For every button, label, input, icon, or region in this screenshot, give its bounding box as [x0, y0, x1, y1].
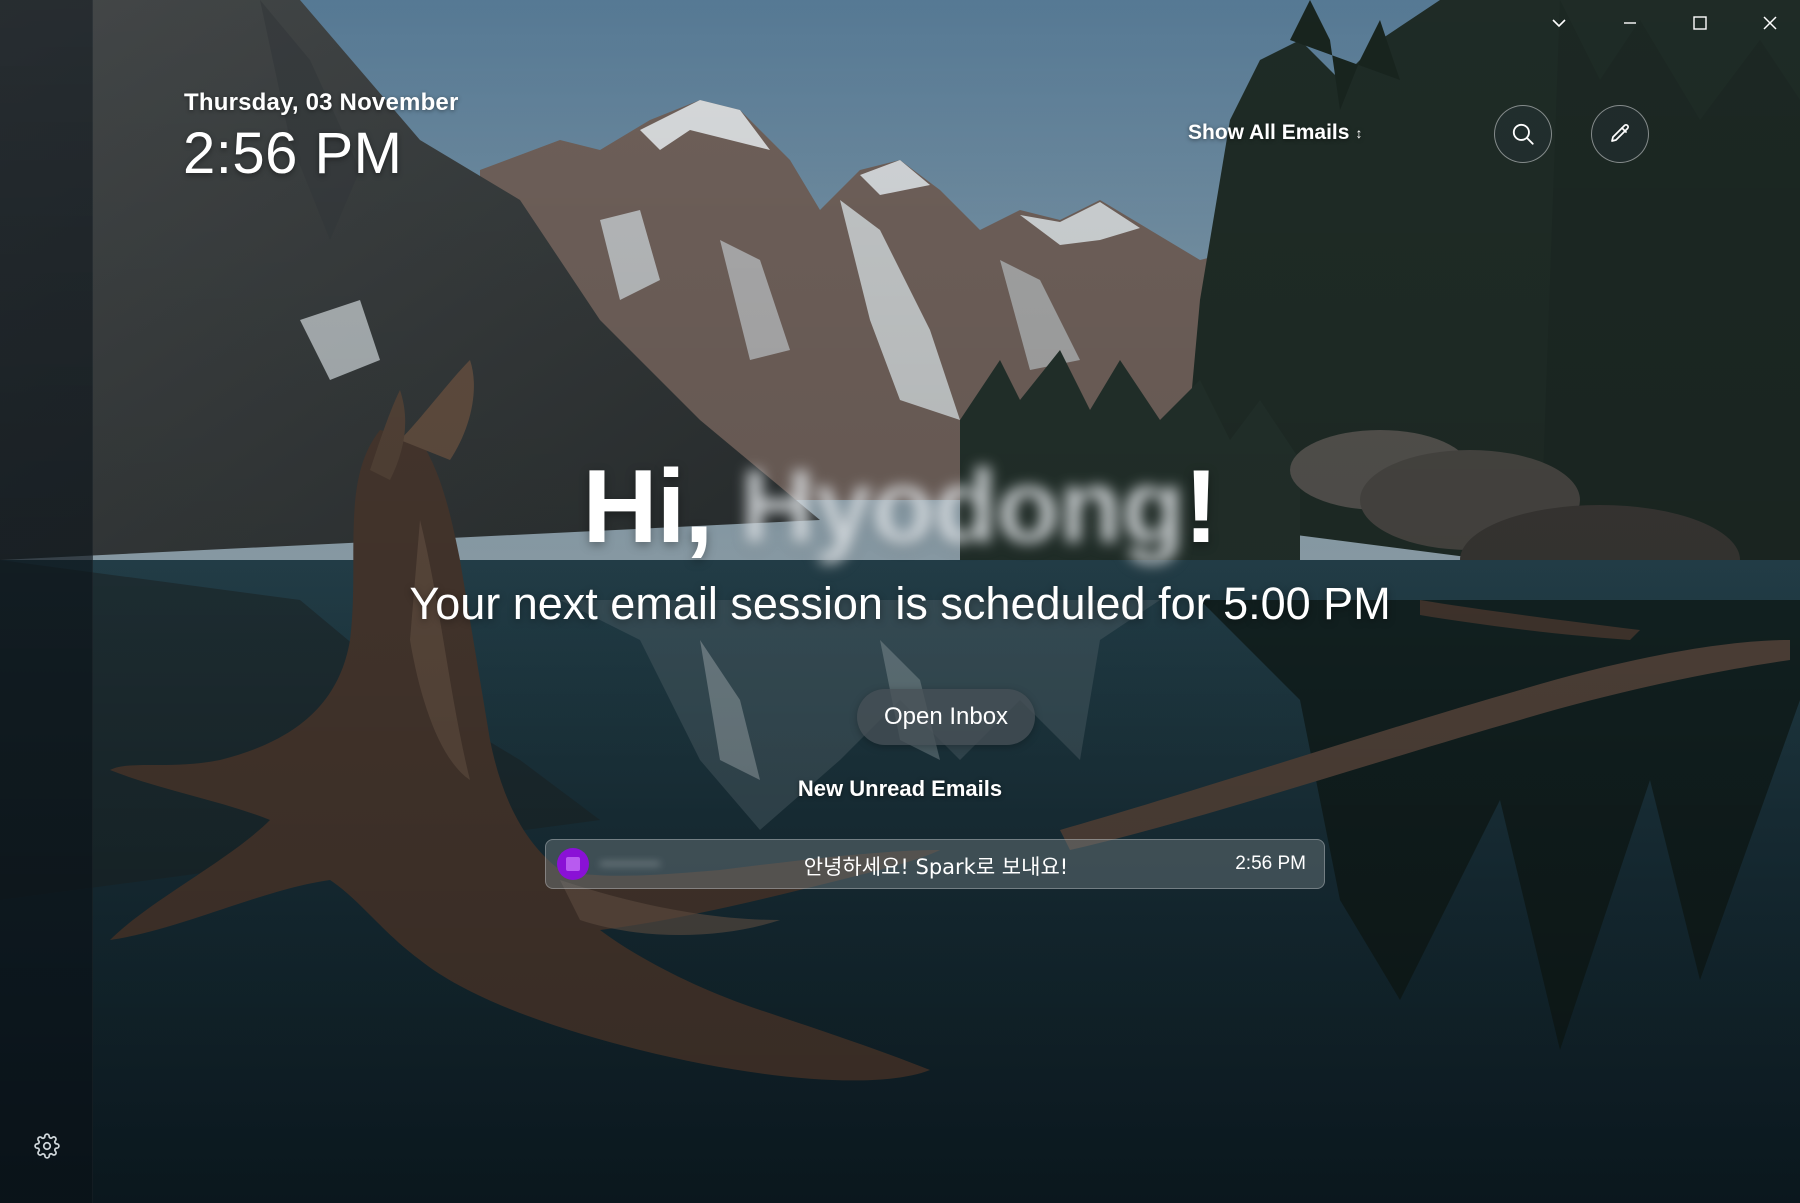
maximize-icon [1693, 16, 1707, 30]
unread-email-row[interactable]: ——— 안녕하세요! Spark로 보내요! 2:56 PM [545, 839, 1325, 889]
email-time: 2:56 PM [1235, 853, 1306, 874]
search-icon [1512, 123, 1534, 145]
greeting-prefix: Hi, [582, 449, 741, 565]
gear-icon [34, 1133, 60, 1159]
minimize-icon [1624, 22, 1636, 24]
open-inbox-button[interactable]: Open Inbox [857, 689, 1035, 745]
compose-button[interactable] [1591, 105, 1649, 163]
user-name: Hyodong [740, 449, 1185, 565]
settings-button[interactable] [30, 1129, 64, 1163]
email-subject: 안녕하세요! Spark로 보내요! [803, 855, 1069, 879]
greeting-heading: Hi, Hyodong! [0, 455, 1800, 559]
greeting-suffix: ! [1183, 449, 1219, 565]
close-button[interactable] [1745, 8, 1795, 38]
window-menu-button[interactable] [1534, 8, 1584, 38]
show-all-emails-button[interactable]: Show All Emails ↕ [1188, 121, 1362, 145]
chevron-down-icon [1552, 19, 1566, 28]
minimize-button[interactable] [1605, 8, 1655, 38]
close-icon [1763, 16, 1777, 30]
search-button[interactable] [1494, 105, 1552, 163]
maximize-button[interactable] [1675, 8, 1725, 38]
spark-home-window: Thursday, 03 November 2:56 PM Show All E… [0, 0, 1800, 1203]
date-label: Thursday, 03 November [184, 89, 459, 116]
pencil-icon [1611, 124, 1629, 142]
new-unread-emails-heading: New Unread Emails [0, 776, 1800, 802]
new-unread-emails-label: New Unread Emails [797, 776, 1003, 801]
sort-arrows-icon: ↕ [1355, 125, 1363, 141]
clock-label: 2:56 PM [183, 121, 403, 186]
show-all-emails-label: Show All Emails [1188, 121, 1350, 144]
session-schedule-text: Your next email session is scheduled for… [409, 578, 1391, 629]
